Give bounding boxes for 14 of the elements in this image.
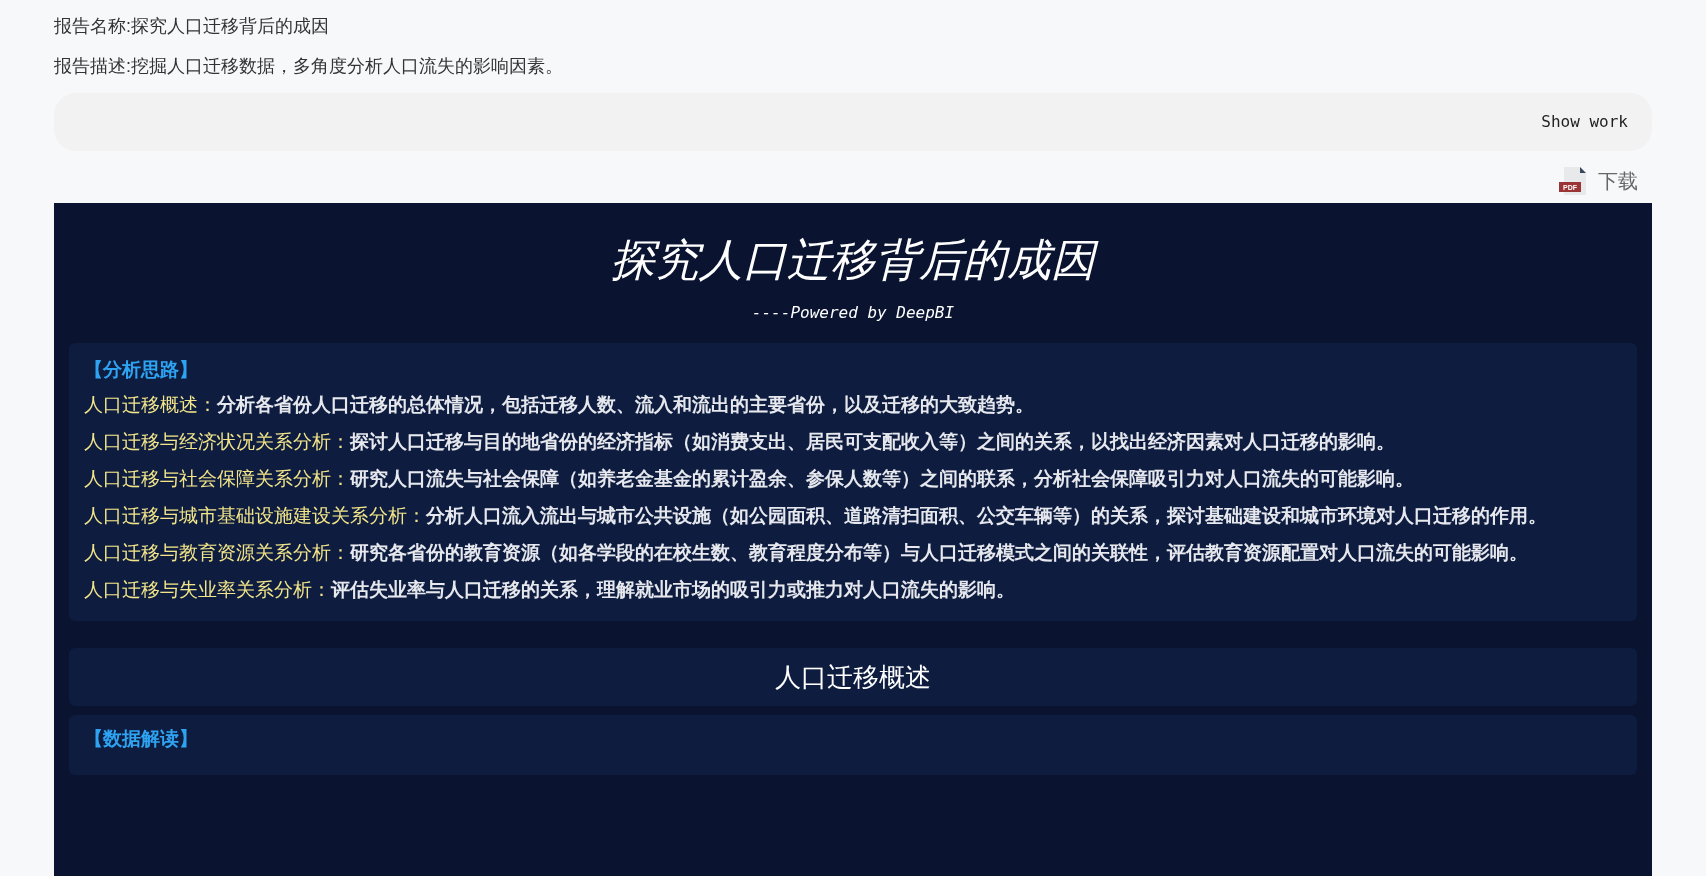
interpretation-heading: 【数据解读】 — [84, 728, 198, 749]
analysis-item: 人口迁移与城市基础设施建设关系分析：分析人口流入流出与城市公共设施（如公园面积、道路清扫面积、公交车辆等）的关系，探讨基础建设和城市环境对人口迁移的作用。 — [84, 504, 1548, 528]
analysis-item: 人口迁移与失业率关系分析：评估失业率与人口迁移的关系，理解就业市场的吸引力或推力对人口流失的影响。 — [84, 578, 1016, 602]
analysis-item: 人口迁移概述：分析各省份人口迁移的总体情况，包括迁移人数、流入和流出的主要省份，以及迁移的大致趋势。 — [84, 393, 1035, 417]
section-title: 人口迁移概述 — [775, 660, 931, 694]
analysis-item: 人口迁移与经济状况关系分析：探讨人口迁移与目的地省份的经济指标（如消费支出、居民可支配收入等）之间的关系，以找出经济因素对人口迁移的影响。 — [84, 430, 1396, 454]
show-work-button[interactable]: Show work — [54, 93, 1652, 151]
report-subtitle: ----Powered by DeepBI — [750, 302, 956, 324]
report-description: 报告描述:挖掘人口迁移数据，多角度分析人口流失的影响因素。 — [54, 55, 564, 78]
analysis-item: 人口迁移与社会保障关系分析：研究人口流失与社会保障（如养老金基金的累计盈余、参保人数等）之间的联系，分析社会保障吸引力对人口流失的可能影响。 — [84, 467, 1415, 491]
report-title: 探究人口迁移背后的成因 — [69, 233, 1637, 289]
analysis-heading: 【分析思路】 — [84, 358, 199, 382]
report-name: 报告名称:探究人口迁移背后的成因 — [54, 15, 330, 38]
analysis-item: 人口迁移与教育资源关系分析：研究各省份的教育资源（如各学段的在校生数、教育程度分布等）与人口迁移模式之间的关联性，评估教育资源配置对人口流失的可能影响。 — [84, 541, 1529, 565]
